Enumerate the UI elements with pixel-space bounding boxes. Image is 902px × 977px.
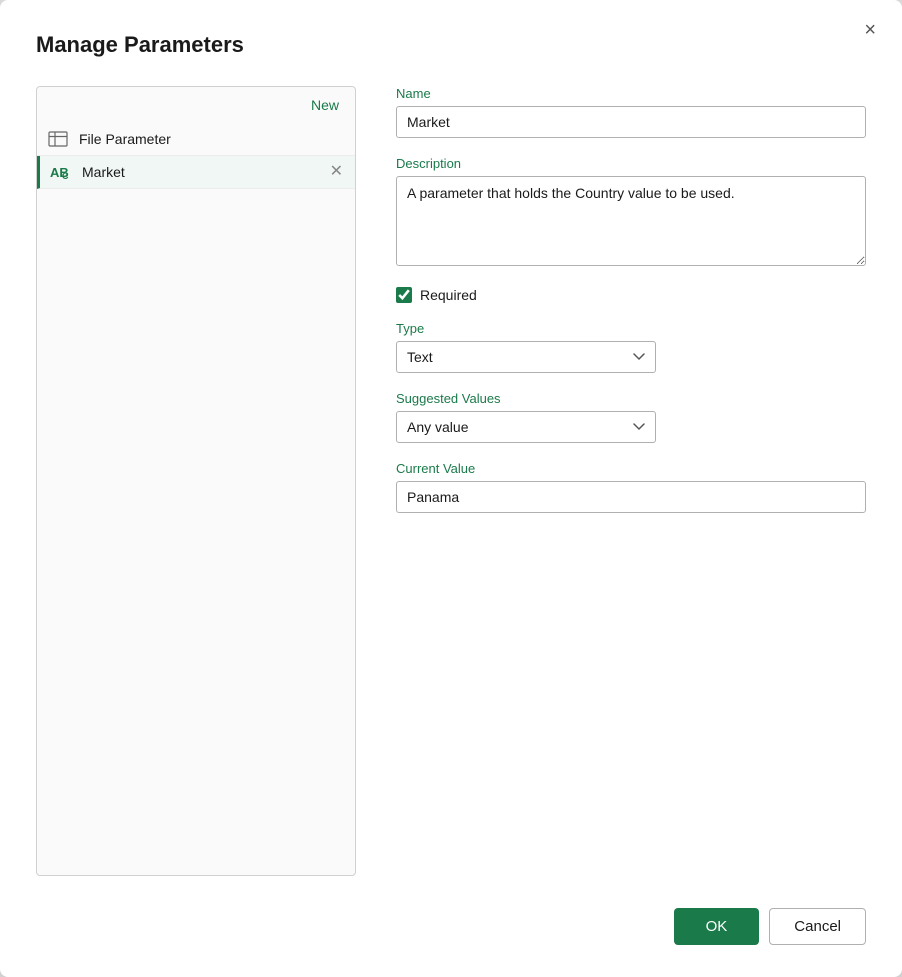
current-value-field-group: Current Value <box>396 461 866 513</box>
type-label: Type <box>396 321 866 336</box>
suggested-values-field-group: Suggested Values Any value List of value… <box>396 391 866 443</box>
list-item[interactable]: File Parameter <box>37 123 355 156</box>
content-area: New File Parameter <box>36 86 866 876</box>
description-label: Description <box>396 156 866 171</box>
required-row: Required <box>396 287 866 303</box>
suggested-values-select[interactable]: Any value List of values Query <box>396 411 656 443</box>
right-panel: Name Description A parameter that holds … <box>396 86 866 876</box>
list-item[interactable]: AB C Market ✕ <box>37 156 355 189</box>
svg-text:C: C <box>62 171 69 180</box>
current-value-label: Current Value <box>396 461 866 476</box>
manage-parameters-dialog: × Manage Parameters New File P <box>0 0 902 977</box>
abc-icon: AB C <box>50 164 72 180</box>
required-label: Required <box>420 287 477 303</box>
left-panel: New File Parameter <box>36 86 356 876</box>
type-select[interactable]: Text Number Date Date/Time Date/Time/Tim… <box>396 341 656 373</box>
parameter-list: File Parameter AB C Market ✕ <box>37 123 355 875</box>
delete-parameter-button[interactable]: ✕ <box>328 164 345 180</box>
list-item-label: Market <box>82 164 318 180</box>
description-input[interactable]: A parameter that holds the Country value… <box>396 176 866 266</box>
name-label: Name <box>396 86 866 101</box>
list-item-label: File Parameter <box>79 131 345 147</box>
new-btn-row: New <box>37 87 355 123</box>
name-input[interactable] <box>396 106 866 138</box>
close-button[interactable]: × <box>858 16 882 44</box>
dialog-footer: OK Cancel <box>36 876 866 945</box>
table-icon <box>47 131 69 147</box>
new-parameter-button[interactable]: New <box>303 93 347 117</box>
description-field-group: Description A parameter that holds the C… <box>396 156 866 269</box>
required-checkbox[interactable] <box>396 287 412 303</box>
current-value-input[interactable] <box>396 481 866 513</box>
cancel-button[interactable]: Cancel <box>769 908 866 945</box>
ok-button[interactable]: OK <box>674 908 760 945</box>
dialog-title: Manage Parameters <box>36 32 866 58</box>
suggested-values-label: Suggested Values <box>396 391 866 406</box>
name-field-group: Name <box>396 86 866 138</box>
type-field-group: Type Text Number Date Date/Time Date/Tim… <box>396 321 866 373</box>
